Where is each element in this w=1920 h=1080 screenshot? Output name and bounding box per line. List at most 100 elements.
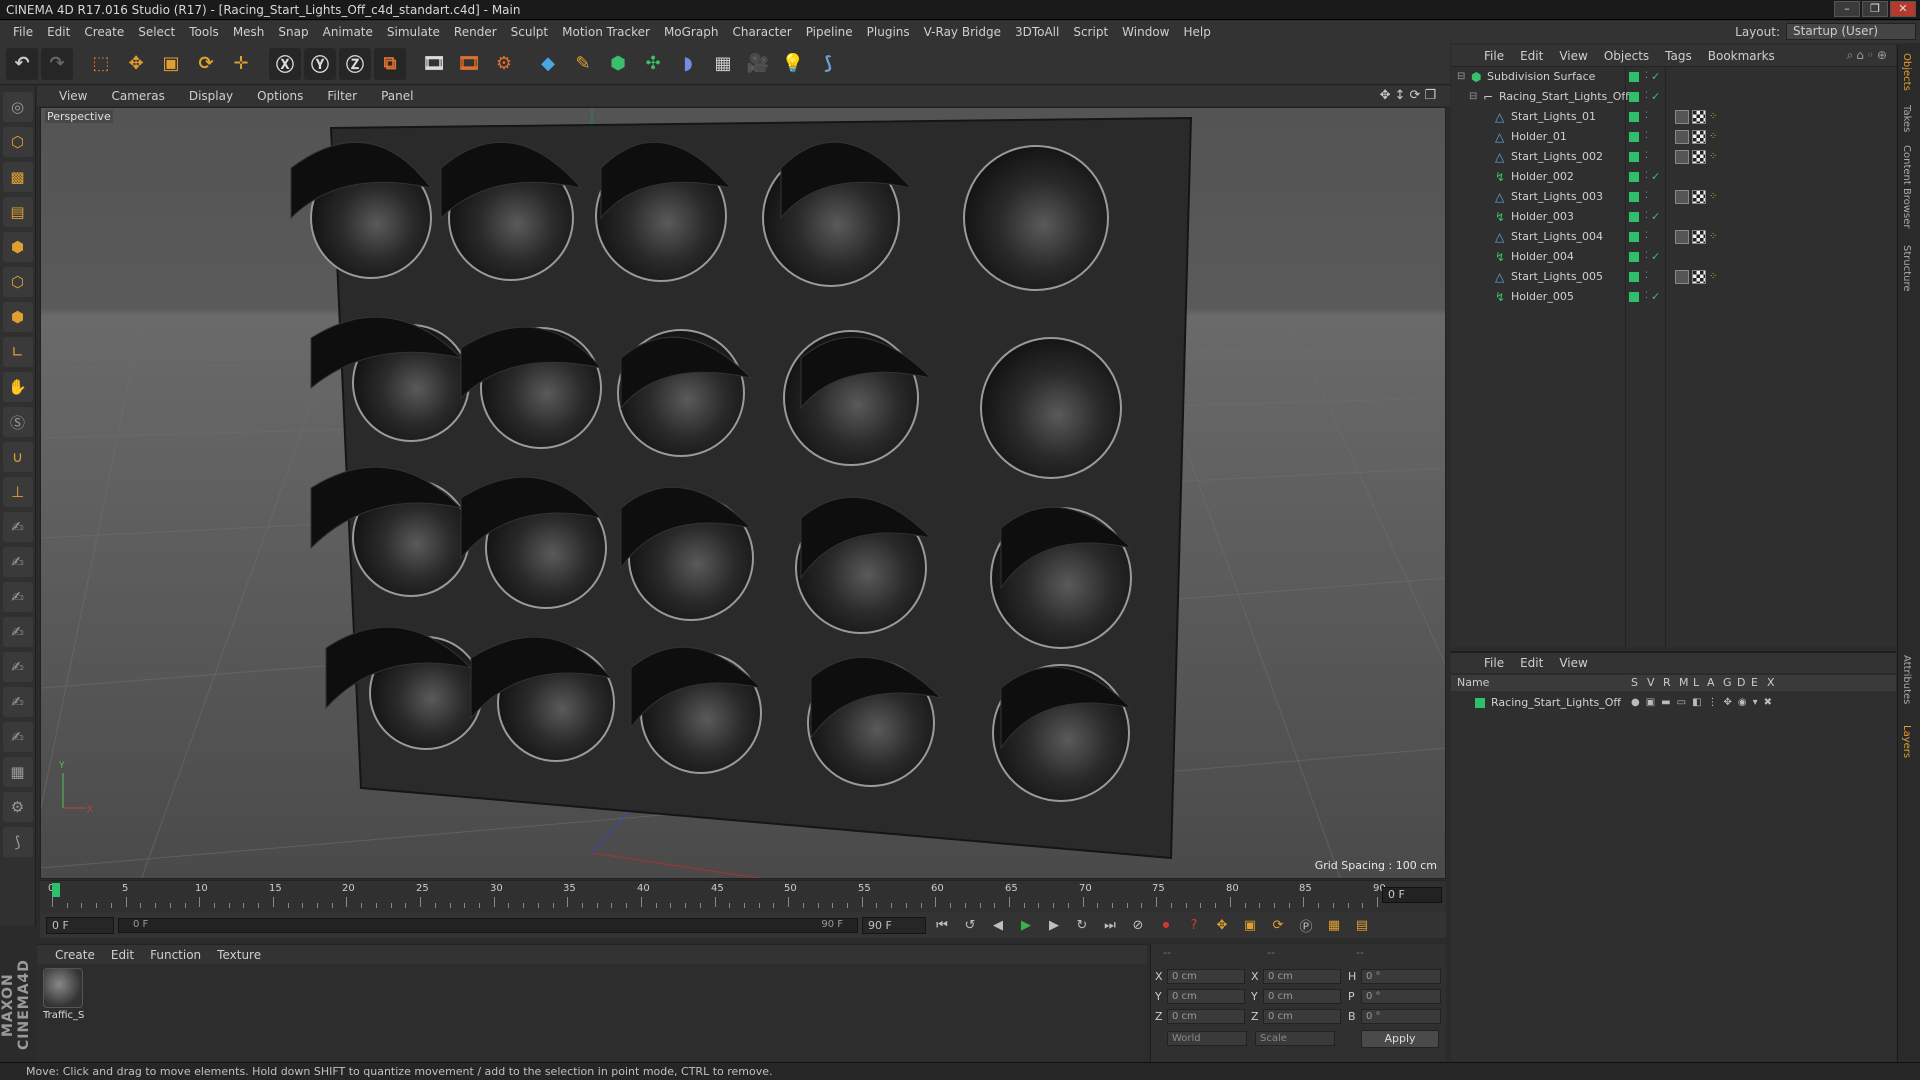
object-row[interactable]: △ Start_Lights_01 ⁚ ⁘	[1451, 107, 1896, 127]
tweak-mode-icon[interactable]: ✋	[2, 372, 33, 402]
key-rotation-icon[interactable]: ⟳	[1266, 914, 1290, 936]
object-name[interactable]: Start_Lights_005	[1511, 267, 1603, 287]
deformer-icon[interactable]: ◗	[672, 48, 704, 80]
y-axis-lock-icon[interactable]: Ⓨ	[304, 47, 336, 80]
side-tab-objects[interactable]: Objects	[1901, 53, 1912, 91]
layers-menu-edit[interactable]: Edit	[1512, 656, 1551, 670]
array-generator-icon[interactable]: ✣	[637, 48, 669, 80]
layer-column-e[interactable]: E	[1751, 675, 1758, 691]
apply-button[interactable]: Apply	[1361, 1030, 1439, 1048]
layer-color-swatch[interactable]	[1629, 132, 1639, 142]
polygons-mode-icon[interactable]: ⬢	[2, 302, 33, 332]
magnet-icon[interactable]: ∪	[2, 442, 33, 472]
light-icon[interactable]: 💡	[777, 48, 809, 80]
expand-toggle-icon[interactable]: ⊟	[1457, 67, 1465, 87]
points-mode-icon[interactable]: ⬢	[2, 232, 33, 262]
sculpt-brush-icon-5[interactable]: ✍	[2, 652, 33, 682]
menu-snap[interactable]: Snap	[271, 25, 315, 39]
layer-column-d[interactable]: D	[1737, 675, 1745, 691]
layer-column-name[interactable]: Name	[1457, 675, 1489, 691]
selection-tag-icon[interactable]: ⁘	[1709, 270, 1717, 284]
coord-size-z-field[interactable]: 0 cm	[1263, 1009, 1341, 1024]
material-tag-icon[interactable]	[1675, 270, 1689, 284]
texture-tag-icon[interactable]	[1692, 270, 1706, 284]
sculpt-brush-icon-4[interactable]: ✍	[2, 617, 33, 647]
menu-animate[interactable]: Animate	[316, 25, 380, 39]
layout-dropdown[interactable]: Startup (User)	[1786, 23, 1916, 40]
menu-help[interactable]: Help	[1176, 25, 1217, 39]
object-name[interactable]: Start_Lights_002	[1511, 147, 1603, 167]
selection-tag-icon[interactable]: ⁘	[1709, 190, 1717, 204]
enabled-check-icon[interactable]: ✓	[1651, 287, 1660, 307]
coord-size-y-field[interactable]: 0 cm	[1263, 989, 1341, 1004]
timeline-ruler[interactable]: 051015202530354045505560657075808590 0 F	[40, 880, 1446, 914]
object-row[interactable]: △ Start_Lights_003 ⁚ ⁘	[1451, 187, 1896, 207]
texture-mode-icon[interactable]: ▩	[2, 162, 33, 192]
visibility-dots-icon[interactable]: ⁚	[1645, 186, 1648, 206]
object-row[interactable]: △ Holder_01 ⁚ ⁘	[1451, 127, 1896, 147]
enabled-check-icon[interactable]: ✓	[1651, 247, 1660, 267]
viewport-menu-options[interactable]: Options	[245, 89, 315, 103]
layer-row[interactable]: Racing_Start_Lights_Off ●▣▬▭◧⋮✥◉▾✖	[1451, 693, 1896, 713]
layer-flag-icons[interactable]: ●▣▬▭◧⋮✥◉▾✖	[1631, 693, 1778, 713]
floor-scene-icon[interactable]: ▦	[707, 48, 739, 80]
object-name[interactable]: Holder_003	[1511, 207, 1574, 227]
viewport-camera-label[interactable]: Perspective	[45, 110, 113, 123]
layer-color-swatch[interactable]	[1629, 212, 1639, 222]
go-to-start-icon[interactable]: ⏮	[930, 914, 954, 936]
objects-search-icon[interactable]: ⌕⌂◦⊕	[1847, 48, 1890, 63]
menu-mograph[interactable]: MoGraph	[657, 25, 726, 39]
x-axis-lock-icon[interactable]: Ⓧ	[269, 47, 301, 80]
layer-color-swatch[interactable]	[1629, 292, 1639, 302]
menu-window[interactable]: Window	[1115, 25, 1176, 39]
enabled-check-icon[interactable]: ✓	[1651, 87, 1660, 107]
sculpt-brush-icon-3[interactable]: ✍	[2, 582, 33, 612]
visibility-dots-icon[interactable]: ⁚	[1645, 106, 1648, 126]
menu-3dtoall[interactable]: 3DToAll	[1008, 25, 1066, 39]
layer-color-swatch[interactable]	[1629, 252, 1639, 262]
enabled-check-icon[interactable]: ✓	[1651, 167, 1660, 187]
visibility-dots-icon[interactable]: ⁚	[1645, 206, 1648, 226]
timeline-playhead[interactable]	[52, 883, 60, 897]
cube-primitive-icon[interactable]: ◆	[532, 48, 564, 80]
layer-color-swatch[interactable]	[1629, 272, 1639, 282]
live-selection-icon[interactable]: ⬚	[85, 48, 117, 80]
objects-menu-bookmarks[interactable]: Bookmarks	[1700, 49, 1783, 63]
material-thumbnail[interactable]	[43, 968, 83, 1008]
objects-menu-edit[interactable]: Edit	[1512, 49, 1551, 63]
object-row[interactable]: △ Start_Lights_002 ⁚ ⁘	[1451, 147, 1896, 167]
expand-toggle-icon[interactable]: ⊟	[1469, 87, 1477, 107]
layer-color-swatch[interactable]	[1629, 192, 1639, 202]
render-picture-viewer-icon[interactable]: 🎞	[453, 48, 485, 80]
layer-column-g[interactable]: G	[1723, 675, 1732, 691]
material-tag-icon[interactable]	[1675, 150, 1689, 164]
layer-color-swatch[interactable]	[1629, 92, 1639, 102]
material-menu-create[interactable]: Create	[47, 948, 103, 962]
objects-menu-objects[interactable]: Objects	[1596, 49, 1657, 63]
sculpt-brush-icon-1[interactable]: ✍	[2, 512, 33, 542]
python-script-icon[interactable]: ⟆	[2, 827, 33, 857]
side-tab-content-browser[interactable]: Content Browser	[1901, 145, 1912, 228]
object-row[interactable]: ⊟ ⬢ Subdivision Surface ⁚ ✓	[1451, 67, 1896, 87]
previous-key-icon[interactable]: ↺	[958, 914, 982, 936]
menu-motion-tracker[interactable]: Motion Tracker	[555, 25, 657, 39]
selection-tag-icon[interactable]: ⁘	[1709, 130, 1717, 144]
menu-sculpt[interactable]: Sculpt	[504, 25, 555, 39]
viewport-menu-filter[interactable]: Filter	[315, 89, 369, 103]
object-name[interactable]: Holder_002	[1511, 167, 1574, 187]
layer-column-r[interactable]: R	[1663, 675, 1671, 691]
layer-color-swatch[interactable]	[1629, 172, 1639, 182]
minimize-button[interactable]: –	[1834, 1, 1860, 17]
texture-tag-icon[interactable]	[1692, 230, 1706, 244]
layer-column-a[interactable]: A	[1707, 675, 1715, 691]
previous-frame-icon[interactable]: ◀	[986, 914, 1010, 936]
object-row[interactable]: ↯ Holder_003 ⁚ ✓	[1451, 207, 1896, 227]
enabled-check-icon[interactable]: ✓	[1651, 207, 1660, 227]
sculpt-brush-icon-6[interactable]: ✍	[2, 687, 33, 717]
sculpt-brush-icon-2[interactable]: ✍	[2, 547, 33, 577]
spline-pen-icon[interactable]: ✎	[567, 48, 599, 80]
menu-tools[interactable]: Tools	[182, 25, 226, 39]
go-to-end-icon[interactable]: ⏭	[1098, 914, 1122, 936]
coord-pos-x-field[interactable]: 0 cm	[1167, 969, 1245, 984]
python-icon[interactable]: ⟆	[812, 48, 844, 80]
